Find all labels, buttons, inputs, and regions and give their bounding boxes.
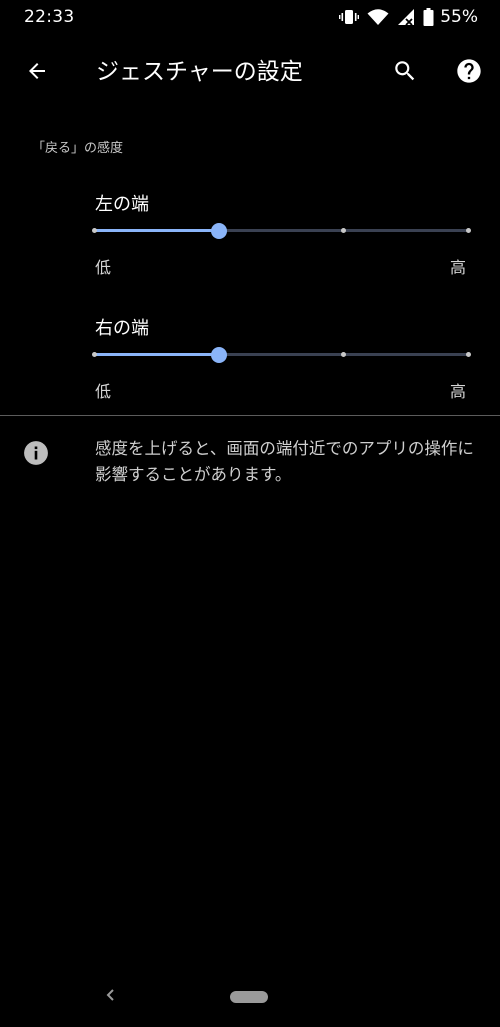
slider-label: 右の端 bbox=[95, 318, 149, 339]
status-icons: 55% bbox=[339, 6, 478, 28]
slider-thumb[interactable] bbox=[210, 223, 227, 239]
slider-tick bbox=[466, 352, 471, 357]
slider-right-edge: 右の端 低 高 bbox=[0, 314, 500, 404]
info-text: 感度を上げると、画面の端付近でのアプリの操作に影響することがあります。 bbox=[95, 439, 474, 484]
slider-track-fill bbox=[94, 353, 219, 356]
back-button[interactable] bbox=[20, 54, 54, 88]
divider bbox=[0, 415, 500, 416]
page-title: ジェスチャーの設定 bbox=[96, 59, 303, 85]
help-button[interactable] bbox=[452, 54, 486, 88]
slider-tick bbox=[341, 352, 347, 357]
search-icon bbox=[395, 61, 415, 81]
slider-min-label: 低 bbox=[95, 258, 112, 277]
status-bar: 22:33 55% bbox=[0, 0, 500, 34]
slider-tick bbox=[341, 228, 347, 233]
battery-icon bbox=[423, 8, 434, 26]
slider-left-edge: 左の端 低 高 bbox=[0, 190, 500, 280]
nav-bar bbox=[0, 975, 500, 1027]
status-time: 22:33 bbox=[24, 7, 75, 27]
info-icon bbox=[23, 440, 49, 466]
app-bar: ジェスチャーの設定 bbox=[0, 34, 500, 106]
help-icon bbox=[457, 59, 481, 83]
slider-tick bbox=[92, 228, 97, 233]
signal-icon bbox=[397, 8, 415, 26]
slider-max-label: 高 bbox=[450, 382, 467, 401]
wifi-icon bbox=[367, 8, 389, 26]
slider-left-edge-track[interactable] bbox=[92, 220, 471, 242]
slider-label: 左の端 bbox=[95, 194, 149, 215]
slider-right-edge-track[interactable] bbox=[92, 344, 471, 366]
home-pill-icon[interactable] bbox=[230, 991, 268, 1003]
slider-tick bbox=[466, 228, 471, 233]
slider-tick bbox=[92, 352, 97, 357]
slider-min-label: 低 bbox=[95, 382, 112, 401]
arrow-back-icon bbox=[29, 63, 45, 79]
slider-thumb[interactable] bbox=[210, 347, 227, 363]
vibrate-icon bbox=[339, 8, 360, 26]
battery-percent: 55% bbox=[440, 7, 478, 27]
section-header: 「戻る」の感度 bbox=[32, 141, 124, 156]
search-button[interactable] bbox=[388, 54, 422, 88]
slider-max-label: 高 bbox=[450, 258, 467, 277]
nav-back-icon[interactable] bbox=[103, 987, 119, 1003]
slider-track-fill bbox=[94, 229, 219, 232]
